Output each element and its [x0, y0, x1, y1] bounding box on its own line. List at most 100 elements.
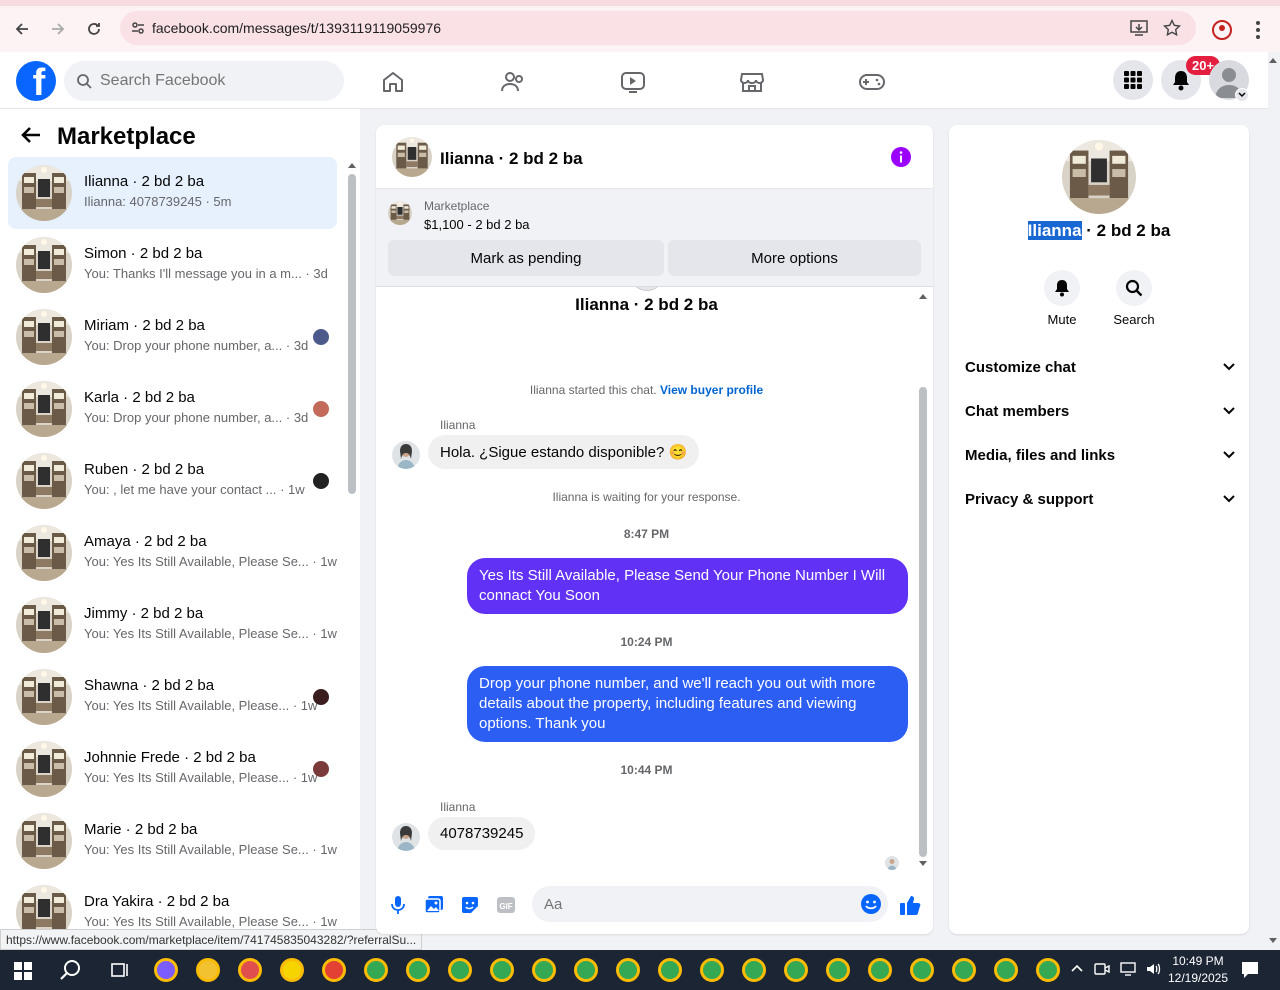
- conversation-item[interactable]: Simon · 2 bd 2 ba You: Thanks I'll messag…: [8, 229, 337, 301]
- mark-as-pending-button[interactable]: Mark as pending: [388, 240, 664, 276]
- reload-icon[interactable]: [76, 11, 112, 47]
- incoming-message[interactable]: 4078739245: [428, 817, 536, 850]
- conversation-item[interactable]: Jimmy · 2 bd 2 ba You: Yes Its Still Avai…: [8, 589, 337, 661]
- sender-avatar[interactable]: [392, 823, 420, 851]
- facebook-search[interactable]: [64, 61, 344, 101]
- sender-avatar[interactable]: [392, 441, 420, 469]
- chrome-profile-icon[interactable]: [532, 958, 556, 982]
- chrome-profile-icon[interactable]: [910, 958, 934, 982]
- taskbar-clock[interactable]: 10:49 PM 12/19/2025: [1166, 953, 1230, 987]
- menu-grid-icon[interactable]: [1113, 60, 1153, 100]
- chrome-icon[interactable]: [322, 958, 346, 982]
- notification-center-icon[interactable]: [1240, 960, 1260, 980]
- conversation-avatar[interactable]: [16, 309, 72, 365]
- chrome-profile-icon[interactable]: [616, 958, 640, 982]
- search-action[interactable]: Search: [1104, 270, 1164, 327]
- paint-icon[interactable]: [238, 958, 262, 982]
- emoji-icon[interactable]: [860, 893, 882, 915]
- chrome-profile-icon[interactable]: [448, 958, 472, 982]
- chrome-profile-icon[interactable]: [364, 958, 388, 982]
- bookmark-star-icon[interactable]: [1163, 19, 1181, 37]
- page-scroll-up-icon[interactable]: [1268, 56, 1278, 64]
- chevron-down-icon[interactable]: [1223, 407, 1235, 415]
- listing-price[interactable]: $1,100 - 2 bd 2 ba: [424, 217, 530, 232]
- chrome-profile-icon[interactable]: [784, 958, 808, 982]
- scroll-up-arrow-icon[interactable]: [347, 161, 357, 169]
- forward-icon[interactable]: [40, 11, 76, 47]
- chrome-profile-icon[interactable]: [700, 958, 724, 982]
- back-arrow-icon[interactable]: [20, 125, 42, 145]
- meet-now-icon[interactable]: [1094, 962, 1110, 976]
- sticker-icon[interactable]: [458, 893, 482, 917]
- volume-icon[interactable]: [1146, 962, 1162, 976]
- conversation-avatar[interactable]: [16, 381, 72, 437]
- task-view-icon[interactable]: [110, 961, 130, 979]
- sidebar-scrollbar[interactable]: [348, 174, 356, 494]
- url-text[interactable]: facebook.com/messages/t/1393119119059976: [152, 20, 441, 36]
- tray-chevron-icon[interactable]: [1070, 962, 1084, 976]
- details-section-row[interactable]: Customize chat: [965, 349, 1235, 385]
- chrome-profile-icon[interactable]: [658, 958, 682, 982]
- conversation-avatar[interactable]: [16, 453, 72, 509]
- site-settings-icon[interactable]: [130, 20, 146, 36]
- account-chevron-icon[interactable]: [1235, 88, 1249, 102]
- chrome-profile-icon[interactable]: [826, 958, 850, 982]
- marketplace-icon[interactable]: [736, 66, 768, 98]
- conversation-item[interactable]: Ruben · 2 bd 2 ba You: , let me have your…: [8, 445, 337, 517]
- chrome-profile-icon[interactable]: [1036, 958, 1060, 982]
- details-section-row[interactable]: Chat members: [965, 393, 1235, 429]
- listing-thumbnail[interactable]: [388, 201, 412, 225]
- chevron-down-icon[interactable]: [1223, 363, 1235, 371]
- conversation-avatar[interactable]: [16, 525, 72, 581]
- details-section-row[interactable]: Privacy & support: [965, 481, 1235, 517]
- conversation-item[interactable]: Karla · 2 bd 2 ba You: Drop your phone nu…: [8, 373, 337, 445]
- taskbar-search-icon[interactable]: [60, 959, 82, 981]
- like-thumb-icon[interactable]: [898, 893, 922, 917]
- chrome-profile-icon[interactable]: [574, 958, 598, 982]
- info-icon[interactable]: [891, 147, 911, 167]
- conversation-item[interactable]: Johnnie Frede · 2 bd 2 ba You: Yes Its St…: [8, 733, 337, 805]
- search-input[interactable]: [100, 72, 320, 90]
- conversation-item[interactable]: Miriam · 2 bd 2 ba You: Drop your phone n…: [8, 301, 337, 373]
- profile-icon[interactable]: [1212, 20, 1232, 40]
- view-buyer-profile-link[interactable]: View buyer profile: [660, 383, 763, 397]
- chat-avatar[interactable]: [392, 137, 432, 177]
- details-section-row[interactable]: Media, files and links: [965, 437, 1235, 473]
- chrome-profile-icon[interactable]: [952, 958, 976, 982]
- conversation-avatar[interactable]: [16, 237, 72, 293]
- conversation-avatar[interactable]: [16, 597, 72, 653]
- message-input-box[interactable]: [532, 886, 888, 922]
- bell-icon[interactable]: [1044, 270, 1080, 306]
- contact-avatar[interactable]: [1062, 140, 1136, 214]
- file-explorer-icon[interactable]: [196, 958, 220, 982]
- conversation-item[interactable]: Amaya · 2 bd 2 ba You: Yes Its Still Avai…: [8, 517, 337, 589]
- conversation-item[interactable]: Shawna · 2 bd 2 ba You: Yes Its Still Ava…: [8, 661, 337, 733]
- menu-kebab-icon[interactable]: [1256, 21, 1260, 39]
- chevron-down-icon[interactable]: [1223, 495, 1235, 503]
- conversation-avatar[interactable]: [16, 741, 72, 797]
- sticky-notes-icon[interactable]: [280, 958, 304, 982]
- chat-scroll-up-icon[interactable]: [918, 292, 928, 300]
- facebook-logo[interactable]: f: [16, 61, 56, 101]
- chat-scrollbar[interactable]: [919, 387, 927, 857]
- back-icon[interactable]: [4, 11, 40, 47]
- friends-icon[interactable]: [497, 66, 529, 98]
- chevron-down-icon[interactable]: [1223, 451, 1235, 459]
- chrome-profile-icon[interactable]: [742, 958, 766, 982]
- chat-scroll-down-icon[interactable]: [918, 860, 928, 868]
- chrome-profile-icon[interactable]: [868, 958, 892, 982]
- chrome-profile-icon[interactable]: [490, 958, 514, 982]
- gif-icon[interactable]: GIF: [494, 893, 518, 917]
- message-input[interactable]: [544, 895, 844, 913]
- video-icon[interactable]: [617, 66, 649, 98]
- conversation-avatar[interactable]: [16, 165, 72, 221]
- outgoing-message[interactable]: Yes Its Still Available, Please Send You…: [467, 558, 908, 614]
- more-options-button[interactable]: More options: [668, 240, 921, 276]
- conversation-item[interactable]: Ilianna · 2 bd 2 ba Ilianna: 4078739245 ·…: [8, 157, 337, 229]
- microphone-icon[interactable]: [386, 893, 410, 917]
- install-app-icon[interactable]: [1130, 20, 1148, 36]
- mute-action[interactable]: Mute: [1032, 270, 1092, 327]
- address-bar[interactable]: facebook.com/messages/t/1393119119059976: [120, 11, 1196, 45]
- network-icon[interactable]: [1120, 962, 1136, 976]
- conversation-avatar[interactable]: [16, 669, 72, 725]
